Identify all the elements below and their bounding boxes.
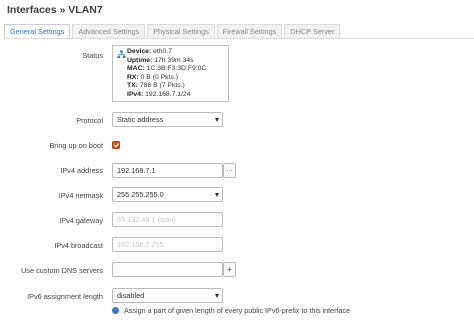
- status-tx-value: 786 B (7 Pkts.): [139, 82, 185, 90]
- status-label: Status: [82, 51, 103, 60]
- ipv4-netmask-value: 255.255.255.0: [117, 190, 164, 199]
- chevron-down-icon: [215, 118, 219, 122]
- ipv4-gateway-input[interactable]: 69.132.48.1 (wan): [112, 212, 223, 227]
- ipv6-length-value: disabled: [117, 291, 145, 300]
- protocol-select[interactable]: Static address: [112, 112, 223, 127]
- status-device-value: eth0.7: [153, 48, 172, 55]
- status-rx-value: 0 B (0 Pkts.): [140, 73, 179, 81]
- dns-add-button[interactable]: +: [223, 262, 236, 277]
- protocol-value: Static address: [117, 115, 164, 124]
- status-tx: TX: 786 B (7 Pkts.): [127, 82, 185, 90]
- status-uptime-value: 17h 39m 34s: [154, 56, 194, 64]
- ipv4-netmask-label: IPv4 netmask: [58, 191, 103, 200]
- ipv4-broadcast-input[interactable]: 192.168.7.255: [112, 237, 223, 252]
- boot-label: Bring up on boot: [49, 141, 103, 150]
- protocol-label: Protocol: [76, 116, 103, 125]
- ipv4-broadcast-label: IPv4 broadcast: [54, 241, 103, 250]
- ipv4-gateway-label: IPv4 gateway: [59, 216, 103, 225]
- ipv4-netmask-select[interactable]: 255.255.255.0: [112, 187, 223, 202]
- status-ipv4-value: 192.168.7.1/24: [145, 90, 191, 98]
- network-ports-icon: [117, 50, 126, 59]
- ipv4-gateway-placeholder: 69.132.48.1 (wan): [117, 215, 176, 224]
- tab-general-settings[interactable]: General Settings: [4, 24, 71, 39]
- status-ipv4: IPv4: 192.168.7.1/24: [127, 90, 191, 98]
- dns-input[interactable]: [112, 262, 223, 277]
- tab-physical-settings[interactable]: Physical Settings: [147, 24, 215, 39]
- ipv6-length-help: Assign a part of given length of every p…: [112, 306, 350, 315]
- ipv4-address-value: 192.168.7.1: [117, 166, 156, 175]
- tab-advanced-settings[interactable]: Advanced Settings: [72, 24, 146, 39]
- status-mac: MAC: 1C:3B:F3:3D:F9:0C: [127, 65, 207, 73]
- chevron-down-icon: [215, 193, 219, 197]
- chevron-down-icon: [215, 294, 219, 298]
- info-icon: [112, 307, 119, 314]
- tab-firewall-settings[interactable]: Firewall Settings: [216, 24, 283, 39]
- tab-bar: General Settings Advanced Settings Physi…: [4, 24, 341, 39]
- ipv4-address-label: IPv4 address: [60, 166, 103, 175]
- status-mac-value: 1C:3B:F3:3D:F9:0C: [146, 65, 207, 73]
- status-panel: Device: eth0.7 Uptime: 17h 39m 34s MAC: …: [112, 45, 229, 102]
- boot-checkbox[interactable]: [112, 141, 120, 149]
- status-device: Device: eth0.7: [127, 48, 172, 55]
- ipv4-address-input[interactable]: 192.168.7.1: [112, 163, 223, 178]
- ipv6-length-help-text: Assign a part of given length of every p…: [124, 306, 351, 315]
- ipv4-address-more-button[interactable]: ...: [223, 163, 236, 178]
- ipv6-length-select[interactable]: disabled: [112, 288, 223, 303]
- status-uptime: Uptime: 17h 39m 34s: [127, 56, 194, 64]
- ipv6-length-label: IPv6 assignment length: [27, 292, 103, 301]
- ipv4-broadcast-placeholder: 192.168.7.255: [117, 240, 164, 249]
- tab-dhcp-server[interactable]: DHCP Server: [284, 24, 341, 39]
- page-title: Interfaces » VLAN7: [7, 4, 103, 16]
- tab-divider: [4, 38, 474, 39]
- dns-label: Use custom DNS servers: [21, 266, 103, 275]
- status-rx: RX: 0 B (0 Pkts.): [127, 73, 179, 81]
